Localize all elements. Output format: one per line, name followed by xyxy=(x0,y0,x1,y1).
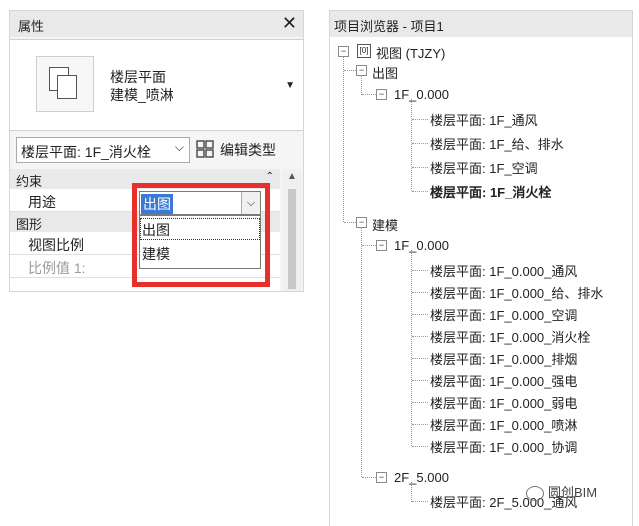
edit-type-label: 编辑类型 xyxy=(220,142,276,158)
collapse-icon[interactable]: − xyxy=(376,240,387,251)
dropdown-option[interactable]: 建模 xyxy=(140,242,260,264)
close-icon[interactable]: ✕ xyxy=(282,13,297,34)
project-browser-title: 项目浏览器 - 项目1 xyxy=(334,19,444,34)
views-icon: [0] xyxy=(357,44,371,58)
project-browser: 项目浏览器 - 项目1 − [0] 视图 (TJZY) − 出图 − 1F_0.… xyxy=(329,10,633,526)
property-name: 视图比例 xyxy=(28,237,84,253)
usage-dropdown-value: 出图 xyxy=(141,194,173,214)
properties-title: 属性 xyxy=(18,19,45,34)
type-selector-text: 楼层平面 建模_喷淋 xyxy=(110,68,174,104)
category-label: 约束 xyxy=(16,174,43,189)
project-browser-title-bar: 项目浏览器 - 项目1 xyxy=(330,11,632,37)
instance-filter-select[interactable]: 楼层平面: 1F_消火栓 ⌵ xyxy=(16,137,190,163)
type-name: 建模_喷淋 xyxy=(110,87,174,103)
category-label: 图形 xyxy=(16,217,43,232)
properties-scrollbar[interactable]: ▲ xyxy=(282,169,302,291)
collapse-icon[interactable]: − xyxy=(376,472,387,483)
watermark: 圆创BIM xyxy=(526,482,597,502)
usage-dropdown-list: 出图 建模 xyxy=(139,215,261,269)
property-name: 用途 xyxy=(28,194,56,210)
chevron-down-icon: ⌵ xyxy=(174,140,184,154)
usage-dropdown[interactable]: 出图 ⌵ xyxy=(139,191,261,215)
wechat-icon xyxy=(526,486,544,502)
dropdown-option[interactable]: 出图 xyxy=(140,218,260,240)
properties-title-bar: 属性 ✕ xyxy=(10,11,303,37)
edit-type-icon xyxy=(196,140,214,158)
collapse-icon[interactable]: − xyxy=(338,46,349,57)
instance-filter-value: 楼层平面: 1F_消火栓 xyxy=(21,144,151,160)
collapse-icon[interactable]: ⌃ xyxy=(266,171,274,182)
scroll-up-icon[interactable]: ▲ xyxy=(287,171,297,182)
type-selector[interactable]: 楼层平面 建模_喷淋 ▼ xyxy=(10,39,303,131)
property-name: 比例值 1: xyxy=(28,260,86,276)
instance-filter-row: 楼层平面: 1F_消火栓 ⌵ 编辑类型 xyxy=(10,135,303,163)
floor-plan-icon xyxy=(36,56,94,112)
browser-tree: − [0] 视图 (TJZY) − 出图 − 1F_0.000 楼层平面: 1F… xyxy=(330,37,632,526)
type-family: 楼层平面 xyxy=(110,69,166,85)
caret-down-icon[interactable]: ▼ xyxy=(285,80,295,91)
scroll-thumb[interactable] xyxy=(288,189,296,289)
chevron-down-icon[interactable]: ⌵ xyxy=(241,192,260,214)
collapse-icon[interactable]: − xyxy=(376,89,387,100)
